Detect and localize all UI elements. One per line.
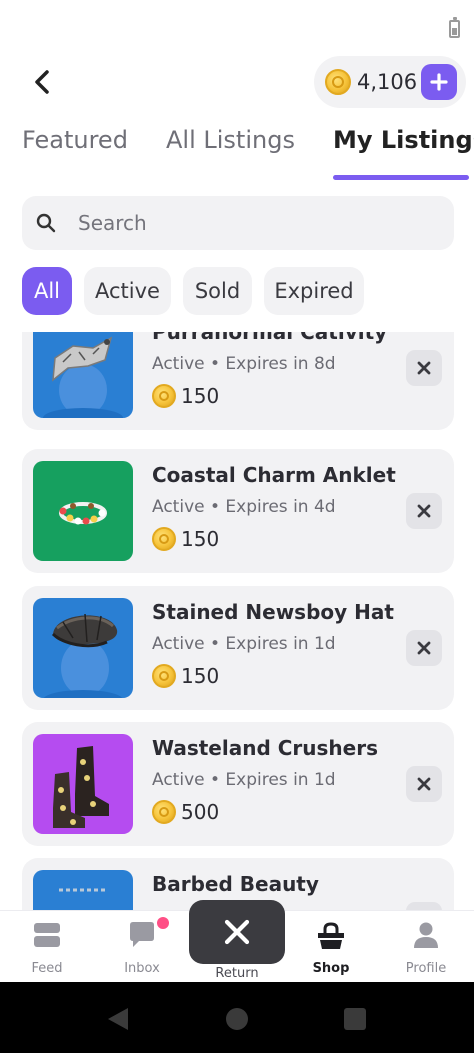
newsboy-hat-icon <box>43 613 123 698</box>
remove-listing-button[interactable] <box>406 493 442 529</box>
listing-card[interactable]: Stained Newsboy Hat Active • Expires in … <box>22 586 454 710</box>
nav-profile[interactable]: Profile <box>381 911 471 983</box>
item-price: 150 <box>152 384 219 408</box>
item-price: 500 <box>152 800 219 824</box>
avatar-cat-icon <box>43 336 123 418</box>
filter-expired[interactable]: Expired <box>264 267 364 315</box>
item-name: Coastal Charm Anklet <box>152 463 396 487</box>
battery-icon <box>449 17 460 38</box>
item-name: Purranormal Cativity <box>152 332 388 344</box>
active-tab-indicator <box>333 175 469 180</box>
remove-listing-button[interactable] <box>406 766 442 802</box>
tab-featured[interactable]: Featured <box>22 126 128 154</box>
close-icon <box>417 641 431 655</box>
coin-icon <box>152 384 176 408</box>
close-icon <box>417 361 431 375</box>
anklet-icon <box>59 502 107 525</box>
filter-all[interactable]: All <box>22 267 72 315</box>
search-input[interactable]: Search <box>78 211 147 235</box>
system-navigation-bar <box>0 982 474 1053</box>
item-thumbnail <box>33 870 133 910</box>
person-icon <box>414 922 438 948</box>
close-icon <box>417 504 431 518</box>
system-home-icon[interactable] <box>226 1008 248 1030</box>
close-icon <box>224 919 250 945</box>
price-value: 150 <box>181 527 220 551</box>
item-status: Active • Expires in 8d <box>152 354 336 374</box>
filter-active[interactable]: Active <box>84 267 171 315</box>
chevron-left-icon <box>35 70 49 94</box>
listing-card[interactable]: Wasteland Crushers Active • Expires in 1… <box>22 722 454 846</box>
item-thumbnail <box>33 461 133 561</box>
item-status: Active • Expires in 1d <box>152 634 336 654</box>
nav-shop-label: Shop <box>312 961 350 976</box>
item-thumbnail <box>33 332 133 418</box>
nav-feed-label: Feed <box>31 961 63 976</box>
item-thumbnail <box>33 734 133 834</box>
system-back-icon[interactable] <box>106 1006 130 1032</box>
filter-sold[interactable]: Sold <box>183 267 252 315</box>
item-name: Barbed Beauty <box>152 872 319 896</box>
remove-listing-button[interactable] <box>406 350 442 386</box>
remove-listing-button[interactable] <box>406 902 442 910</box>
coin-icon <box>152 527 176 551</box>
tab-all-listings[interactable]: All Listings <box>166 126 295 154</box>
chat-bubble-icon <box>130 922 154 947</box>
notification-dot <box>157 917 169 929</box>
price-value: 500 <box>181 800 220 824</box>
item-price: 150 <box>152 527 219 551</box>
listing-card[interactable]: Purranormal Cativity Active • Expires in… <box>22 332 454 430</box>
return-button[interactable] <box>189 900 285 964</box>
listing-card[interactable]: Coastal Charm Anklet Active • Expires in… <box>22 449 454 573</box>
coin-icon <box>152 664 176 688</box>
remove-listing-button[interactable] <box>406 630 442 666</box>
marketplace-tabs: Featured All Listings My Listings <box>0 126 474 182</box>
add-coins-button[interactable] <box>421 64 457 100</box>
tab-my-listings[interactable]: My Listings <box>333 126 474 154</box>
search-icon <box>36 213 56 233</box>
item-status: Active • Expires in 4d <box>152 497 336 517</box>
coin-icon <box>152 800 176 824</box>
price-value: 150 <box>181 384 220 408</box>
item-name: Wasteland Crushers <box>152 736 378 760</box>
balance-amount: 4,106 <box>357 70 418 94</box>
nav-inbox[interactable]: Inbox <box>97 911 187 983</box>
return-label: Return <box>215 966 259 981</box>
item-thumbnail <box>33 598 133 698</box>
shopping-basket-icon <box>318 922 344 949</box>
nav-shop[interactable]: Shop <box>286 911 376 983</box>
coin-balance: 4,106 <box>314 56 466 108</box>
nav-profile-label: Profile <box>405 961 447 976</box>
status-bar <box>0 0 474 48</box>
nav-feed[interactable]: Feed <box>2 911 92 983</box>
price-value: 150 <box>181 664 220 688</box>
back-button[interactable] <box>22 62 62 102</box>
plus-icon <box>430 73 448 91</box>
close-icon <box>417 777 431 791</box>
barbed-headpiece-icon <box>59 888 107 892</box>
boots-icon <box>53 746 109 828</box>
nav-inbox-label: Inbox <box>124 961 160 976</box>
feed-icon <box>34 923 60 947</box>
item-price: 150 <box>152 664 219 688</box>
item-name: Stained Newsboy Hat <box>152 600 394 624</box>
coin-icon <box>325 69 351 95</box>
my-listings-list: Purranormal Cativity Active • Expires in… <box>0 332 474 910</box>
item-status: Active • Expires in 1d <box>152 770 336 790</box>
system-recents-icon[interactable] <box>344 1008 366 1030</box>
search-bar[interactable]: Search <box>22 196 454 250</box>
